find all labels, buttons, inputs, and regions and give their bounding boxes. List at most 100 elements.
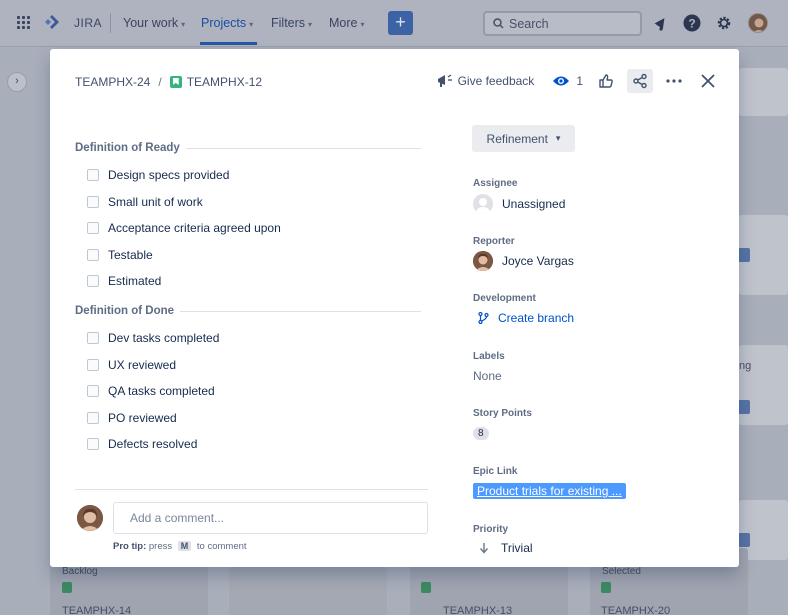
help-icon[interactable]: ?	[683, 14, 701, 32]
board-column-header	[739, 68, 788, 116]
jira-logo-icon[interactable]	[44, 14, 60, 30]
branch-icon	[478, 312, 489, 324]
checkbox[interactable]	[87, 196, 99, 208]
unassigned-avatar-icon	[473, 194, 493, 214]
more-horizontal-icon	[666, 79, 682, 83]
give-feedback-label: Give feedback	[457, 74, 535, 88]
checklist-item[interactable]: Small unit of work	[87, 195, 203, 209]
board-column-label: Backlog	[62, 566, 98, 577]
checklist-item[interactable]: UX reviewed	[87, 358, 176, 372]
development-label: Development	[473, 293, 536, 304]
status-dropdown[interactable]: Refinement ▾	[472, 125, 575, 152]
board-card-key: TEAMPHX-20	[601, 605, 671, 615]
story-points-field[interactable]: 8	[473, 427, 489, 440]
checklist-item[interactable]: Testable	[87, 248, 153, 262]
checkbox[interactable]	[87, 332, 99, 344]
nav-projects[interactable]: Projects ▾	[201, 16, 253, 30]
comment-input[interactable]: Add a comment...	[113, 502, 428, 534]
checklist-item-label: UX reviewed	[108, 358, 177, 372]
search-placeholder: Search	[509, 17, 549, 31]
epic-link-field[interactable]: Product trials for existing ...	[473, 483, 626, 499]
checkbox[interactable]	[87, 222, 99, 234]
watch-button[interactable]: 1	[546, 69, 589, 93]
checkbox[interactable]	[87, 275, 99, 287]
sidebar-expand-button[interactable]: ›	[7, 72, 27, 92]
breadcrumb-issue-link[interactable]: TEAMPHX-12	[187, 75, 262, 89]
assignee-value: Unassigned	[502, 197, 566, 211]
checkbox[interactable]	[87, 412, 99, 424]
give-feedback-button[interactable]: Give feedback	[431, 69, 541, 93]
more-actions-button[interactable]	[661, 69, 687, 93]
board-card-text: ng	[739, 360, 752, 372]
priority-value: Trivial	[501, 541, 533, 555]
checkbox[interactable]	[87, 438, 99, 450]
checkbox[interactable]	[87, 385, 99, 397]
share-button[interactable]	[627, 69, 653, 93]
checkbox[interactable]	[87, 359, 99, 371]
create-branch-link[interactable]: Create branch	[478, 311, 574, 325]
checklist-item[interactable]: QA tasks completed	[87, 384, 215, 398]
notifications-icon[interactable]	[652, 14, 670, 32]
story-icon	[169, 76, 182, 88]
checklist-item-label: QA tasks completed	[108, 384, 215, 398]
story-points-label: Story Points	[473, 408, 532, 419]
priority-field[interactable]: Trivial	[479, 541, 533, 555]
checkbox[interactable]	[87, 249, 99, 261]
pro-tip-prefix: Pro tip:	[113, 541, 147, 552]
reporter-field[interactable]: Joyce Vargas	[473, 251, 574, 271]
story-type-icon	[601, 582, 611, 593]
assignee-label: Assignee	[473, 178, 518, 189]
story-type-icon	[62, 582, 72, 593]
search-input[interactable]: Search	[483, 11, 642, 36]
nav-your-work[interactable]: Your work ▾	[123, 16, 185, 30]
checklist-item-label: Design specs provided	[108, 168, 230, 182]
breadcrumb-parent-link[interactable]: TEAMPHX-24	[75, 75, 150, 89]
checklist-item-label: PO reviewed	[108, 411, 177, 425]
checklist-item[interactable]: Defects resolved	[87, 437, 197, 451]
epic-link-lozenge[interactable]: Product trials for existing ...	[473, 483, 626, 499]
vote-button[interactable]	[593, 69, 619, 93]
settings-gear-icon[interactable]	[715, 14, 733, 32]
checklist-item-label: Testable	[108, 248, 153, 262]
create-button[interactable]: +	[388, 11, 413, 35]
board-column-label: Selected	[602, 566, 641, 577]
megaphone-icon	[437, 74, 452, 87]
nav-filters[interactable]: Filters ▾	[271, 16, 312, 30]
checklist-item[interactable]: PO reviewed	[87, 411, 177, 425]
checklist-item[interactable]: Acceptance criteria agreed upon	[87, 221, 281, 235]
checklist-item[interactable]: Dev tasks completed	[87, 331, 219, 345]
nav-more[interactable]: More ▾	[329, 16, 365, 30]
issue-toolbar: Give feedback 1	[431, 69, 725, 93]
top-navigation: JIRA Your work ▾ Projects ▾ Filters ▾ More ▾…	[0, 0, 788, 47]
nav-projects-label: Projects	[201, 16, 247, 30]
checklist-item[interactable]: Design specs provided	[87, 168, 229, 182]
breadcrumb: TEAMPHX-24 / TEAMPHX-12	[75, 75, 262, 89]
checklist-item-label: Small unit of work	[108, 195, 203, 209]
checklist-item[interactable]: Estimated	[87, 274, 161, 288]
create-branch-label: Create branch	[498, 311, 575, 325]
definition-of-done-heading: Definition of Done	[75, 305, 421, 317]
labels-value[interactable]: None	[473, 369, 502, 383]
checklist-item-label: Acceptance criteria agreed upon	[108, 221, 281, 235]
app-switcher-icon[interactable]	[17, 16, 31, 30]
close-button[interactable]	[695, 69, 721, 93]
watch-count: 1	[576, 74, 583, 88]
assignee-field[interactable]: Unassigned	[473, 194, 565, 214]
product-name[interactable]: JIRA	[74, 16, 102, 30]
story-type-icon	[421, 582, 431, 593]
search-icon	[493, 18, 504, 29]
nav-active-indicator	[200, 42, 257, 45]
nav-your-work-label: Your work	[123, 16, 179, 30]
board-card-key: TEAMPHX-13	[443, 605, 513, 615]
checkbox[interactable]	[87, 169, 99, 181]
chevron-down-icon: ▾	[181, 20, 186, 29]
board-card-badge	[738, 400, 750, 414]
profile-avatar[interactable]	[748, 13, 768, 33]
section-heading-text: Definition of Ready	[75, 142, 180, 154]
chevron-down-icon: ▾	[249, 20, 254, 29]
issue-detail-modal: TEAMPHX-24 / TEAMPHX-12 Give feedback 1	[50, 49, 739, 567]
checklist-item-label: Defects resolved	[108, 437, 198, 451]
thumbs-up-icon	[599, 74, 613, 88]
keyboard-shortcut-key: M	[177, 541, 192, 551]
reporter-value: Joyce Vargas	[502, 254, 574, 268]
